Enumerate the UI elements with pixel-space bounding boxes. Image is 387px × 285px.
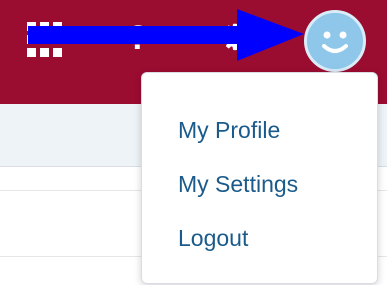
menu-item-my-profile[interactable]: My Profile — [178, 113, 280, 147]
help-icon[interactable]: ? — [118, 16, 158, 60]
menu-item-my-settings[interactable]: My Settings — [178, 167, 298, 201]
user-menu-dropdown: My Profile My Settings Logout — [141, 72, 378, 284]
app-launcher-icon-svg — [27, 22, 62, 57]
setup-icon[interactable]: ⚙ — [215, 16, 255, 60]
app-launcher-icon[interactable] — [25, 20, 65, 60]
avatar-icon[interactable] — [304, 10, 366, 72]
smiley-face-icon — [307, 13, 363, 69]
menu-item-logout[interactable]: Logout — [178, 221, 248, 255]
